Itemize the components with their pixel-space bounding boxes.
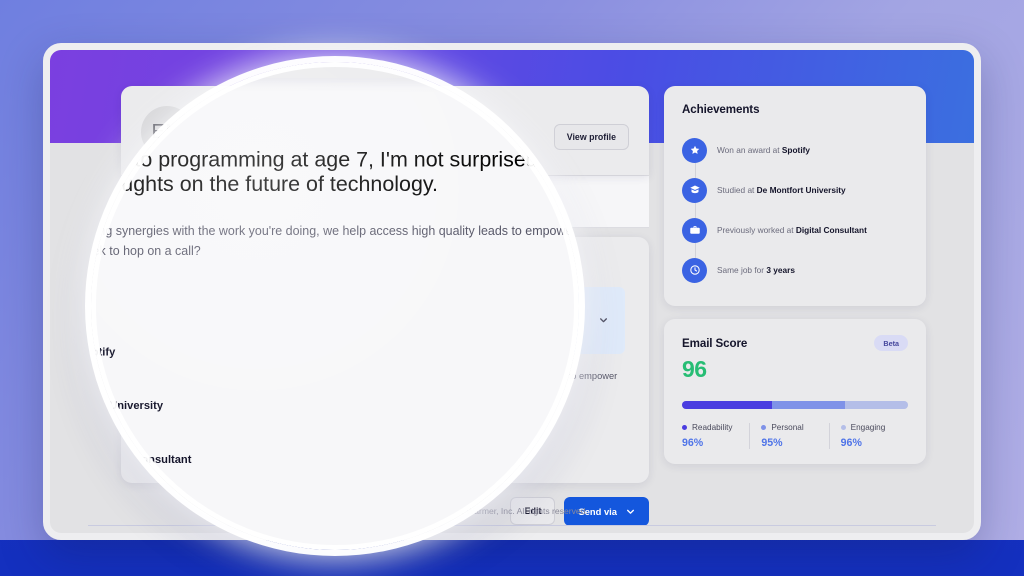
achievement-text-3: Same job for 3 years xyxy=(717,265,795,275)
metric-personal-label: Personal xyxy=(771,423,804,432)
profile-location: London, England, United Kingdom xyxy=(364,129,495,139)
profile-role-label: Owner & CTO, Lightning Social Agency xyxy=(222,129,355,139)
metric-readability-value: 96% xyxy=(682,437,704,449)
email-score-card: Email Score Beta 96 Readability xyxy=(91,539,579,550)
footer-copyright: © 2022 Warmer, Inc. All rights reserved. xyxy=(436,506,588,516)
email-highlight-text: I saw that you got into programming at a… xyxy=(161,299,573,341)
achievement-text-2: Previously worked at Digital Consultant xyxy=(717,225,867,235)
email-score-legend: Readability 96% Personal 95% Engaging 96… xyxy=(682,423,908,449)
tag-programming[interactable]: Programming xyxy=(283,147,344,163)
social-tab-twitter[interactable] xyxy=(384,176,650,227)
page-title: Elliott Murray xyxy=(207,104,313,123)
score-segment-personal xyxy=(772,401,845,409)
score-segment-readability xyxy=(682,401,773,409)
email-score-bar xyxy=(682,401,908,409)
achievements-title: Achievements xyxy=(682,103,760,116)
email-signoff: Elliott xyxy=(145,443,168,454)
email-score-header: Email Score Beta xyxy=(682,335,908,351)
status-badge: Beta xyxy=(874,335,908,351)
email-greeting: Hey Elliott, xyxy=(145,261,190,271)
briefcase-icon xyxy=(207,129,217,139)
metric-engaging: Engaging 96% xyxy=(828,423,908,449)
profile-card: EM Elliott Murray Owner & CTO, Lightning… xyxy=(121,86,649,175)
app-window: EM Elliott Murray Owner & CTO, Lightning… xyxy=(43,43,981,540)
email-highlighted-block[interactable]: I saw that you got into programming at a… xyxy=(145,287,625,354)
metric-readability-label: Readability xyxy=(692,423,733,432)
dot-icon xyxy=(761,425,767,430)
map-pin-icon xyxy=(364,129,374,139)
dot-icon xyxy=(682,425,687,430)
email-score-value: 96 xyxy=(682,356,707,382)
achievement-text-1: Studied at De Montfort University xyxy=(717,185,846,195)
email-score-card: Email Score Beta 96 Readability xyxy=(664,319,926,464)
email-paragraph-2: I think there's some interesting synergi… xyxy=(145,370,618,396)
score-segment-engaging xyxy=(844,401,908,409)
metric-engaging-label: Engaging xyxy=(850,423,886,432)
school-icon xyxy=(682,177,707,203)
metric-personal-head: Personal xyxy=(761,423,828,432)
dot-icon xyxy=(840,425,846,430)
metric-personal: Personal 95% xyxy=(749,423,828,449)
window-body: EM Elliott Murray Owner & CTO, Lightning… xyxy=(50,50,974,533)
metric-personal-value: 95% xyxy=(761,437,783,449)
screenshot-stage: EM Elliott Murray Owner & CTO, Lightning… xyxy=(0,0,1024,576)
avatar: EM xyxy=(141,106,193,158)
tag-digital-marketing[interactable]: Digital Marketing xyxy=(207,147,278,163)
clock-icon xyxy=(682,257,707,283)
main-column: EM Elliott Murray Owner & CTO, Lightning… xyxy=(121,86,649,526)
metric-engaging-value: 96% xyxy=(840,437,862,449)
list-item: Won an award at Spotify xyxy=(682,130,908,170)
list-item: Same job for 3 years xyxy=(682,250,908,290)
social-tabs-strip xyxy=(121,175,649,228)
right-column: Achievements Won an award at Spotify xyxy=(664,86,926,464)
email-preview-card: Hey Elliott, I saw that you got into pro… xyxy=(121,237,649,483)
profile-location-label: London, England, United Kingdom xyxy=(379,129,496,139)
tag-data-analysis[interactable]: Data Analysis xyxy=(349,147,410,163)
view-profile-button[interactable]: View profile xyxy=(553,124,629,150)
achievements-list: Won an award at Spotify Studied at De Mo… xyxy=(682,130,908,290)
twitter-icon xyxy=(507,192,527,211)
email-score-title: Email Score xyxy=(682,336,748,350)
metric-readability-head: Readability xyxy=(682,423,749,432)
linkedin-icon xyxy=(243,192,263,211)
email-score-header: Email Score Beta xyxy=(91,539,579,550)
chevron-down-icon[interactable] xyxy=(599,316,608,325)
profile-role: Owner & CTO, Lightning Social Agency xyxy=(207,129,354,139)
metric-readability: Readability 96% xyxy=(682,423,749,449)
list-item: Previously worked at Digital Consultant xyxy=(682,210,908,250)
list-item: Studied at De Montfort University xyxy=(682,170,908,210)
footer-divider xyxy=(88,525,936,526)
achievements-card: Achievements Won an award at Spotify xyxy=(664,86,926,306)
achievement-text-0: Won an award at Spotify xyxy=(717,145,811,155)
email-paragraph-3: Is there a good day this week to hop on … xyxy=(145,413,337,424)
star-icon xyxy=(682,137,707,163)
briefcase-icon xyxy=(682,217,707,243)
social-tab-linkedin[interactable] xyxy=(121,176,385,227)
metric-engaging-head: Engaging xyxy=(840,423,908,432)
